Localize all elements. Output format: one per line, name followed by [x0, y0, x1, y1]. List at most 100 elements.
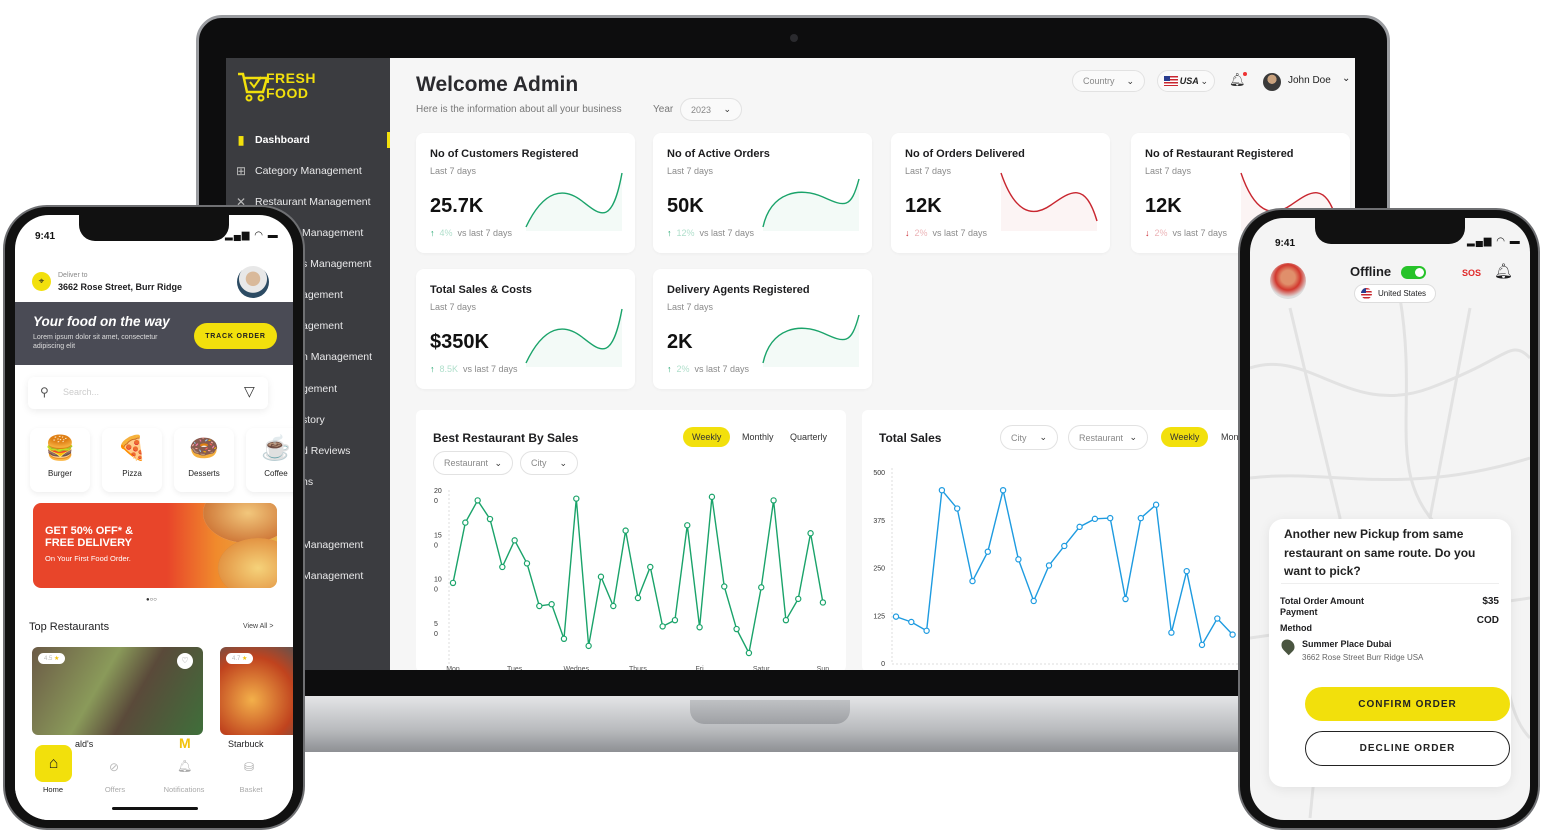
offers-icon[interactable]: ⊘: [109, 760, 119, 774]
sidebar-item-label: Category Management: [255, 165, 362, 177]
sidebar-item[interactable]: agement: [302, 320, 343, 332]
basket-icon[interactable]: ⛁: [244, 760, 254, 774]
tab-weekly[interactable]: Weekly: [1161, 427, 1209, 447]
phone-notch: [79, 215, 229, 241]
card-footer: ↓ 2% vs last 7 days: [905, 228, 987, 238]
payment-method-value: COD: [1476, 615, 1499, 626]
change-value: 2%: [1154, 228, 1168, 238]
sidebar-item-category-management[interactable]: ⊞ Category Management: [234, 160, 362, 182]
sidebar-item[interactable]: n Management: [302, 351, 372, 363]
sidebar-item[interactable]: d Reviews: [302, 445, 350, 457]
sidebar-item-dashboard[interactable]: ▮ Dashboard: [234, 129, 310, 151]
y-tick-label: 125: [873, 613, 885, 620]
bell-icon[interactable]: 🔔︎: [1494, 262, 1513, 280]
avatar[interactable]: [1263, 73, 1281, 91]
nav-home[interactable]: Home: [23, 785, 83, 794]
data-point: [622, 527, 629, 534]
restaurant-name[interactable]: Starbuck: [228, 739, 264, 750]
promo-banner[interactable]: GET 50% OFF* & FREE DELIVERY On Your Firs…: [33, 503, 277, 588]
availability-toggle[interactable]: [1401, 266, 1426, 279]
search-input[interactable]: ⚲ Search... ▽: [28, 377, 268, 409]
promo-line: GET 50% OFF* &: [45, 525, 134, 537]
driver-avatar[interactable]: [1270, 263, 1306, 299]
sidebar-item[interactable]: gement: [302, 383, 337, 395]
chevron-down-icon: ⌄: [559, 457, 567, 468]
data-point: [1122, 595, 1129, 603]
delivery-address[interactable]: 3662 Rose Street, Burr Ridge: [58, 282, 182, 292]
sidebar-item[interactable]: s Management: [302, 258, 371, 270]
country-dropdown[interactable]: Country ⌄: [1072, 70, 1145, 92]
tab-weekly[interactable]: Weekly: [683, 427, 731, 447]
carousel-dots[interactable]: ●○○: [146, 597, 157, 603]
year-dropdown[interactable]: 2023 ⌄: [680, 98, 742, 121]
nav-notifications[interactable]: Notifications: [154, 785, 214, 794]
city-filter[interactable]: City ⌄: [520, 451, 578, 475]
country-placeholder: Country: [1083, 76, 1115, 86]
sidebar-item-label: Dashboard: [255, 134, 310, 146]
nav-basket[interactable]: Basket: [221, 785, 281, 794]
decline-order-button[interactable]: DECLINE ORDER: [1305, 731, 1510, 766]
sos-button[interactable]: SOS: [1462, 268, 1481, 278]
driver-phone: 9:41 ▂▄▆ ◠ ▬ Offline SOS 🔔︎ United State…: [1238, 208, 1540, 830]
stat-card[interactable]: No of Customers Registered Last 7 days 2…: [416, 133, 635, 253]
home-icon[interactable]: ⌂: [35, 745, 72, 782]
data-point: [782, 616, 790, 624]
restaurant-name[interactable]: ald's: [75, 739, 93, 750]
stat-card[interactable]: Delivery Agents Registered Last 7 days 2…: [653, 269, 872, 389]
city-filter[interactable]: City ⌄: [1000, 425, 1058, 450]
arrow-down-icon: ↓: [1145, 228, 1150, 238]
language-dropdown[interactable]: USA ⌄: [1157, 70, 1215, 92]
sidebar-item[interactable]: story: [302, 414, 325, 426]
sidebar-item[interactable]: Management: [302, 227, 363, 239]
status-time: 9:41: [1275, 238, 1296, 249]
stat-card[interactable]: Total Sales & Costs Last 7 days $350K ↑ 8…: [416, 269, 635, 389]
category-pizza[interactable]: 🍕 Pizza: [102, 428, 162, 492]
avatar[interactable]: [237, 266, 269, 298]
data-point: [953, 505, 961, 512]
data-point: [634, 594, 642, 602]
us-flag-icon: [1164, 76, 1178, 86]
restaurant-card-image[interactable]: 4.7 ★: [220, 647, 293, 735]
section-title: Top Restaurants: [29, 621, 110, 633]
arrow-up-icon: ↑: [667, 228, 672, 238]
heart-icon[interactable]: ♡: [177, 653, 193, 669]
card-title: Total Sales & Costs: [430, 284, 532, 296]
tab-monthly[interactable]: Monthly: [733, 427, 783, 447]
tab-quarterly[interactable]: Quarterly: [781, 427, 836, 447]
view-all-link[interactable]: View All >: [243, 623, 273, 630]
stat-card[interactable]: No of Orders Delivered Last 7 days 12K ↓…: [891, 133, 1110, 253]
category-burger[interactable]: 🍔 Burger: [30, 428, 90, 492]
promo-title: GET 50% OFF* & FREE DELIVERY: [45, 525, 133, 549]
confirm-order-button[interactable]: CONFIRM ORDER: [1305, 687, 1510, 721]
category-desserts[interactable]: 🍩 Desserts: [174, 428, 234, 492]
card-value: 50K: [667, 195, 704, 217]
restaurant-card-image[interactable]: 4.5 ★ ♡: [32, 647, 203, 735]
restaurant-filter[interactable]: Restaurant ⌄: [433, 451, 513, 475]
category-coffee[interactable]: ☕ Coffee: [246, 428, 293, 492]
restaurant-filter[interactable]: Restaurant ⌄: [1068, 425, 1148, 450]
track-order-button[interactable]: TRACK ORDER: [194, 323, 277, 349]
chevron-down-icon[interactable]: ⌄: [1342, 73, 1350, 84]
bell-icon[interactable]: 🔔︎: [1229, 72, 1247, 88]
data-point: [1091, 515, 1099, 523]
data-point: [1045, 562, 1053, 569]
sparkline: [525, 308, 623, 367]
user-name[interactable]: John Doe: [1288, 75, 1331, 86]
data-point: [908, 618, 915, 626]
page-subtitle: Here is the information about all your b…: [416, 104, 622, 115]
year-label: Year: [653, 104, 674, 115]
change-value: 12%: [676, 228, 695, 238]
sidebar-item[interactable]: Management: [302, 570, 363, 582]
arrow-up-icon: ↑: [430, 228, 435, 238]
filter-icon[interactable]: ▽: [244, 383, 255, 400]
restaurant-pin-icon: [1278, 636, 1298, 656]
year-value: 2023: [691, 104, 712, 115]
sidebar-item[interactable]: agement: [302, 289, 343, 301]
notifications-icon[interactable]: 🔔︎: [177, 759, 192, 773]
data-point: [449, 579, 457, 587]
country-pill[interactable]: United States: [1354, 284, 1437, 303]
stat-card[interactable]: No of Active Orders Last 7 days 50K ↑ 12%…: [653, 133, 872, 253]
nav-offers[interactable]: Offers: [85, 785, 145, 794]
sidebar-item[interactable]: Management: [302, 539, 363, 551]
data-point: [1061, 542, 1068, 550]
